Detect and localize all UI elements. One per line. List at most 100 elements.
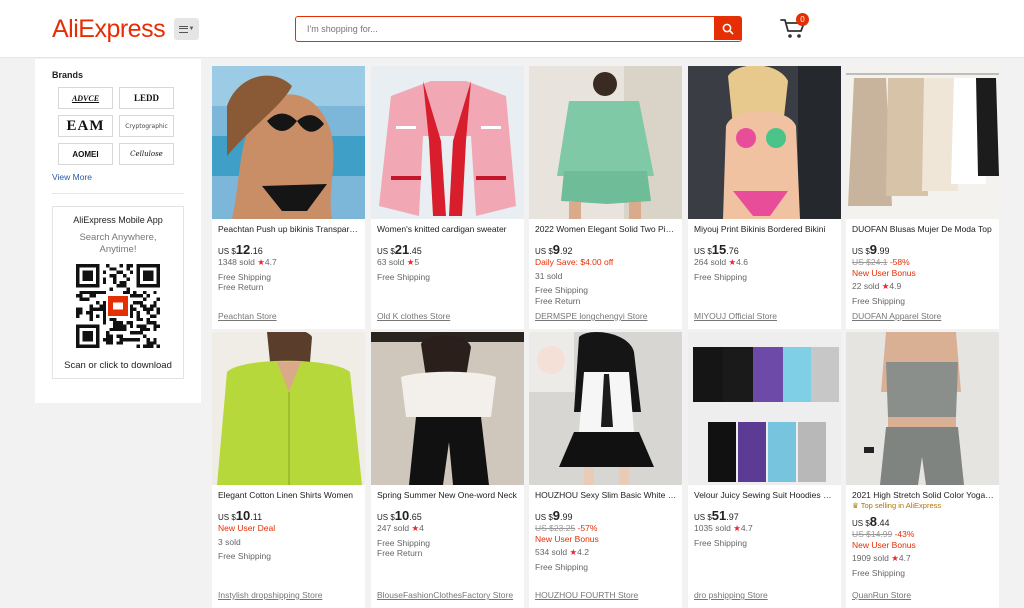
store-link[interactable]: Old K clothes Store (377, 311, 450, 321)
search-icon (722, 23, 733, 34)
mobile-app-box[interactable]: AliExpress Mobile App Search Anywhere, A… (52, 206, 184, 379)
product-card[interactable]: Miyouj Print Bikinis Bordered Bikini US … (688, 66, 841, 329)
sold-rating: 247 sold ★4 (377, 523, 519, 534)
aliexpress-logo[interactable]: AliExpress (52, 15, 166, 44)
brand-logo[interactable]: AOMEI (58, 143, 113, 165)
free-shipping: Free Shipping (218, 271, 271, 282)
search-button[interactable] (714, 17, 741, 40)
promo-label: New User Bonus (535, 533, 599, 544)
product-info: HOUZHOU Sexy Slim Basic White Shirt US $… (535, 489, 677, 572)
caret-down-icon: ▼ (188, 26, 195, 32)
free-shipping: Free Shipping (377, 271, 430, 282)
store-link[interactable]: DUOFAN Apparel Store (852, 311, 941, 321)
product-card[interactable]: Velour Juicy Sewing Suit Hoodies Velvet … (688, 332, 841, 608)
crown-icon: ♛ (852, 501, 859, 510)
sold-count: 264 sold (694, 257, 727, 267)
product-title[interactable]: DUOFAN Blusas Mujer De Moda Top (852, 223, 994, 235)
store-link[interactable]: BlouseFashionClothesFactory Store (377, 590, 513, 600)
product-image[interactable] (371, 332, 524, 485)
free-shipping: Free Shipping (218, 551, 271, 561)
brand-logo[interactable]: Cryptographic (119, 115, 174, 137)
brand-grid: ADVCE LEDD EAM Cryptographic AOMEI Cellu… (58, 87, 175, 165)
store-link[interactable]: QuanRun Store (852, 590, 911, 600)
rating-value: 4.9 (889, 281, 902, 291)
free-shipping: Free Shipping (852, 567, 905, 578)
store-link[interactable]: Peachtan Store (218, 311, 277, 321)
product-title[interactable]: HOUZHOU Sexy Slim Basic White Shirt (535, 489, 677, 501)
menu-icon (178, 25, 188, 33)
sold-rating: 63 sold ★5 (377, 257, 519, 268)
search-input[interactable] (296, 17, 714, 40)
product-info: Velour Juicy Sewing Suit Hoodies Velvet … (694, 489, 836, 548)
product-title[interactable]: Elegant Cotton Linen Shirts Women (218, 489, 360, 501)
product-card[interactable]: 2021 High Stretch Solid Color Yoga Set ♛… (846, 332, 999, 608)
sold-rating: 534 sold ★4.2 (535, 547, 677, 558)
free-return: Free Return (218, 282, 264, 292)
app-subtitle: Search Anywhere, Anytime! (79, 232, 157, 255)
view-more-brands-link[interactable]: View More (52, 172, 92, 182)
product-title[interactable]: Spring Summer New One-word Neck (377, 489, 519, 501)
product-image[interactable] (846, 332, 999, 485)
store-link[interactable]: Instylish dropshipping Store (218, 590, 322, 600)
sold-count: 1035 sold (694, 523, 731, 533)
product-info: 2021 High Stretch Solid Color Yoga Set ♛… (852, 489, 994, 578)
promo-label: New User Bonus (852, 267, 916, 278)
scan-to-download-text[interactable]: Scan or click to download (53, 360, 183, 371)
sold-count: 1348 sold (218, 257, 255, 267)
product-price: US $9.99 (535, 508, 573, 523)
top-selling-label: ♛ Top selling in AliExpress (852, 501, 942, 510)
sold-count: 534 sold (535, 547, 568, 557)
product-title[interactable]: Miyouj Print Bikinis Bordered Bikini (694, 223, 836, 235)
product-info: 2022 Women Elegant Solid Two Piece US $9… (535, 223, 677, 306)
product-card[interactable]: Women's knitted cardigan sweater US $21.… (371, 66, 524, 329)
product-image[interactable] (529, 66, 682, 219)
categories-menu-button[interactable]: ▼ (174, 18, 199, 40)
discount-label: -57% (577, 523, 598, 533)
product-card[interactable]: 2022 Women Elegant Solid Two Piece US $9… (529, 66, 682, 329)
free-shipping: Free Shipping (535, 561, 588, 572)
brand-logo[interactable]: EAM (58, 115, 113, 137)
product-image[interactable] (688, 332, 841, 485)
product-image[interactable] (846, 66, 999, 219)
free-return: Free Return (377, 548, 423, 558)
product-image[interactable] (212, 66, 365, 219)
product-title[interactable]: 2022 Women Elegant Solid Two Piece (535, 223, 677, 235)
product-image[interactable] (688, 66, 841, 219)
brand-logo[interactable]: Cellulose (119, 143, 174, 165)
product-info: Women's knitted cardigan sweater US $21.… (377, 223, 519, 282)
product-price: US $51.97 (694, 508, 739, 523)
product-title[interactable]: 2021 High Stretch Solid Color Yoga Set (852, 489, 994, 501)
product-title[interactable]: Women's knitted cardigan sweater (377, 223, 519, 235)
free-shipping: Free Shipping (377, 537, 430, 548)
free-return: Free Return (535, 295, 581, 306)
star-icon: ★ (891, 553, 899, 563)
product-title[interactable]: Peachtan Push up bikinis Transparent (218, 223, 360, 235)
product-card[interactable]: Spring Summer New One-word Neck US $10.6… (371, 332, 524, 608)
brand-logo[interactable]: LEDD (119, 87, 174, 109)
brand-logo[interactable]: ADVCE (58, 87, 113, 109)
free-shipping: Free Shipping (694, 537, 747, 548)
product-info: DUOFAN Blusas Mujer De Moda Top US $9.99… (852, 223, 994, 306)
product-price: US $21.45 (377, 242, 422, 257)
store-link[interactable]: DERMSPE longchengyi Store (535, 311, 647, 321)
product-image[interactable] (371, 66, 524, 219)
sold-count: 63 sold (377, 257, 405, 267)
product-card[interactable]: Peachtan Push up bikinis Transparent US … (212, 66, 365, 329)
qr-code[interactable] (76, 264, 160, 348)
free-shipping: Free Shipping (535, 285, 588, 295)
promo-label: New User Deal (218, 523, 276, 533)
store-link[interactable]: MIYOUJ Official Store (694, 311, 777, 321)
store-link[interactable]: dro pshipping Store (694, 590, 768, 600)
sidebar-divider (52, 193, 184, 194)
product-title[interactable]: Velour Juicy Sewing Suit Hoodies Velvet (694, 489, 836, 501)
star-icon: ★ (569, 547, 578, 557)
product-image[interactable] (212, 332, 365, 485)
product-card[interactable]: Elegant Cotton Linen Shirts Women US $10… (212, 332, 365, 608)
product-image[interactable] (529, 332, 682, 485)
store-link[interactable]: HOUZHOU FOURTH Store (535, 590, 638, 600)
promo-label: New User Bonus (852, 539, 916, 550)
product-card[interactable]: DUOFAN Blusas Mujer De Moda Top US $9.99… (846, 66, 999, 329)
discount-label: -58% (889, 257, 910, 267)
star-icon: ★ (728, 257, 737, 267)
product-card[interactable]: HOUZHOU Sexy Slim Basic White Shirt US $… (529, 332, 682, 608)
